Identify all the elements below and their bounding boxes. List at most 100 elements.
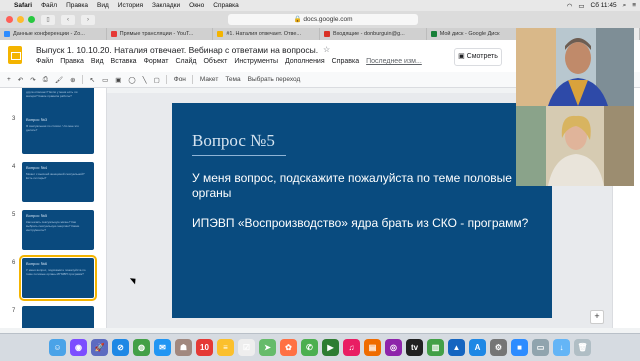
facetime-icon[interactable]: ▶ bbox=[322, 339, 339, 356]
clock[interactable]: Сб 11:45 bbox=[591, 2, 617, 9]
background-button[interactable]: Фон bbox=[174, 76, 186, 83]
last-edit-link[interactable]: Последнее изм... bbox=[366, 58, 422, 65]
address-bar[interactable]: 🔒 docs.google.com bbox=[228, 14, 418, 25]
undo-icon[interactable]: ↶ bbox=[18, 76, 23, 84]
current-slide[interactable]: Вопрос №5 У меня вопрос, подскажите пожа… bbox=[172, 103, 552, 318]
slide-body-question-2[interactable]: ИПЭВП «Воспроизводство» ядра брать из СК… bbox=[192, 216, 532, 231]
comment-icon[interactable]: ▢ bbox=[154, 76, 160, 84]
zoom-icon[interactable]: ■ bbox=[511, 339, 528, 356]
numbers-icon[interactable]: ▥ bbox=[427, 339, 444, 356]
doc-menu-tools[interactable]: Инструменты bbox=[234, 58, 278, 65]
star-icon[interactable]: ☆ bbox=[323, 45, 330, 54]
battery-icon[interactable]: ▭ bbox=[578, 2, 584, 10]
doc-menu-format[interactable]: Формат bbox=[144, 58, 169, 65]
files-icon[interactable]: ▭ bbox=[532, 339, 549, 356]
slide-thumbnail[interactable]: Вопрос №4 Может с высшей женщиной сексуал… bbox=[22, 162, 94, 202]
reminders-icon[interactable]: ☑ bbox=[238, 339, 255, 356]
slide-body-question[interactable]: У меня вопрос, подскажите пожалуйста по … bbox=[192, 171, 532, 200]
downloads-icon[interactable]: ↓ bbox=[553, 339, 570, 356]
tv-icon[interactable]: tv bbox=[406, 339, 423, 356]
menu-history[interactable]: История bbox=[118, 2, 143, 9]
doc-menu-edit[interactable]: Правка bbox=[60, 58, 84, 65]
browser-tab[interactable]: Прямые трансляции - YouT... bbox=[107, 28, 214, 40]
video-participant-2[interactable] bbox=[516, 106, 634, 186]
search-icon[interactable]: ⌕ bbox=[623, 2, 627, 10]
menu-window[interactable]: Окно bbox=[189, 2, 204, 9]
music-icon[interactable]: ♫ bbox=[343, 339, 360, 356]
explore-button[interactable]: + bbox=[590, 310, 604, 324]
launchpad-icon[interactable]: 🚀 bbox=[91, 339, 108, 356]
image-icon[interactable]: ▣ bbox=[115, 76, 121, 84]
appstore-icon[interactable]: A bbox=[469, 339, 486, 356]
keynote-icon[interactable]: ▲ bbox=[448, 339, 465, 356]
browser-tab[interactable]: Входящие - donburguin@g... bbox=[320, 28, 427, 40]
slide-thumbnail[interactable]: Вопрос №6 У меня вопрос, подскажите пожал… bbox=[19, 255, 97, 301]
doc-menu-view[interactable]: Вид bbox=[91, 58, 104, 65]
sidebar-toggle-icon[interactable]: ▯ bbox=[41, 14, 55, 25]
macos-dock: ☺ ◉ 🚀 ⊘ ◍ ✉ ☗ 10 ≡ ☑ ➤ ✿ ✆ ▶ ♫ ▤ ◎ tv ▥ ▲ A ⚙ ■ ▭ ↓ 🗑 bbox=[0, 333, 640, 361]
menu-view[interactable]: Вид bbox=[97, 2, 109, 9]
wifi-icon[interactable]: ◠ bbox=[567, 2, 573, 10]
new-slide-icon[interactable]: + bbox=[7, 76, 11, 83]
slide-number: 7 bbox=[12, 308, 16, 314]
trash-icon[interactable]: 🗑 bbox=[574, 339, 591, 356]
layout-button[interactable]: Макет bbox=[200, 76, 218, 83]
control-center-icon[interactable]: ≡ bbox=[632, 2, 636, 9]
slide-thumbnail[interactable]: Вопрос №3 Я сексуальная по стихии. Что мн… bbox=[22, 114, 94, 154]
paint-format-icon[interactable]: 🖌 bbox=[55, 76, 63, 84]
slide-title[interactable]: Вопрос №5 bbox=[192, 131, 275, 151]
menu-bookmarks[interactable]: Закладки bbox=[152, 2, 180, 9]
messages-icon[interactable]: ✆ bbox=[301, 339, 318, 356]
mail-icon[interactable]: ✉ bbox=[154, 339, 171, 356]
slide-number: 6 bbox=[12, 260, 16, 266]
thumbnail-title: Вопрос №6 bbox=[26, 261, 48, 266]
chrome-icon[interactable]: ◍ bbox=[133, 339, 150, 356]
macos-menubar: Safari Файл Правка Вид История Закладки … bbox=[0, 0, 640, 11]
textbox-icon[interactable]: ▭ bbox=[102, 76, 108, 84]
present-button[interactable]: ▣ Смотреть bbox=[454, 48, 502, 66]
doc-menu-addons[interactable]: Дополнения bbox=[285, 58, 325, 65]
slide-filmstrip[interactable]: друга отвечает? Если у меня есть ли мате… bbox=[0, 88, 107, 328]
shape-icon[interactable]: ◯ bbox=[128, 76, 135, 84]
slide-thumbnail[interactable] bbox=[22, 306, 94, 328]
doc-menu-insert[interactable]: Вставка bbox=[111, 58, 137, 65]
minimize-window-button[interactable] bbox=[17, 16, 24, 23]
close-window-button[interactable] bbox=[6, 16, 13, 23]
slides-logo-icon[interactable] bbox=[8, 46, 22, 64]
forward-button[interactable]: › bbox=[81, 14, 95, 25]
line-icon[interactable]: ╲ bbox=[143, 76, 147, 84]
photos-icon[interactable]: ✿ bbox=[280, 339, 297, 356]
print-icon[interactable]: ⎙ bbox=[43, 76, 48, 84]
notes-icon[interactable]: ≡ bbox=[217, 339, 234, 356]
doc-title[interactable]: Выпуск 1. 10.10.20. Наталия отвечает. Ве… bbox=[36, 45, 318, 55]
menu-file[interactable]: Файл bbox=[41, 2, 57, 9]
url-text: docs.google.com bbox=[303, 16, 353, 23]
slide-thumbnail[interactable]: Вопрос №5 Как начать сексуальную жизнь? К… bbox=[22, 210, 94, 250]
menu-safari[interactable]: Safari bbox=[14, 2, 32, 9]
books-icon[interactable]: ▤ bbox=[364, 339, 381, 356]
maps-icon[interactable]: ➤ bbox=[259, 339, 276, 356]
safari-icon[interactable]: ⊘ bbox=[112, 339, 129, 356]
transition-button[interactable]: Выбрать переход bbox=[248, 76, 301, 83]
zoom-window-button[interactable] bbox=[28, 16, 35, 23]
theme-button[interactable]: Тема bbox=[225, 76, 240, 83]
select-icon[interactable]: ↖ bbox=[90, 76, 95, 84]
calendar-icon[interactable]: 10 bbox=[196, 339, 213, 356]
browser-tab[interactable]: #1. Наталия отвечает. Отве... bbox=[213, 28, 321, 40]
back-button[interactable]: ‹ bbox=[61, 14, 75, 25]
finder-icon[interactable]: ☺ bbox=[49, 339, 66, 356]
doc-menu-help[interactable]: Справка bbox=[332, 58, 359, 65]
menu-help[interactable]: Справка bbox=[213, 2, 239, 9]
browser-tab[interactable]: Данные конференции - Zo... bbox=[0, 28, 107, 40]
contacts-icon[interactable]: ☗ bbox=[175, 339, 192, 356]
podcasts-icon[interactable]: ◎ bbox=[385, 339, 402, 356]
siri-icon[interactable]: ◉ bbox=[70, 339, 87, 356]
menu-edit[interactable]: Правка bbox=[66, 2, 88, 9]
video-participant-1[interactable] bbox=[516, 28, 634, 106]
zoom-icon[interactable]: ⊕ bbox=[70, 76, 75, 84]
doc-menu-object[interactable]: Объект bbox=[203, 58, 227, 65]
doc-menu-slide[interactable]: Слайд bbox=[175, 58, 196, 65]
doc-menu-file[interactable]: Файл bbox=[36, 58, 53, 65]
redo-icon[interactable]: ↷ bbox=[30, 76, 35, 84]
settings-icon[interactable]: ⚙ bbox=[490, 339, 507, 356]
